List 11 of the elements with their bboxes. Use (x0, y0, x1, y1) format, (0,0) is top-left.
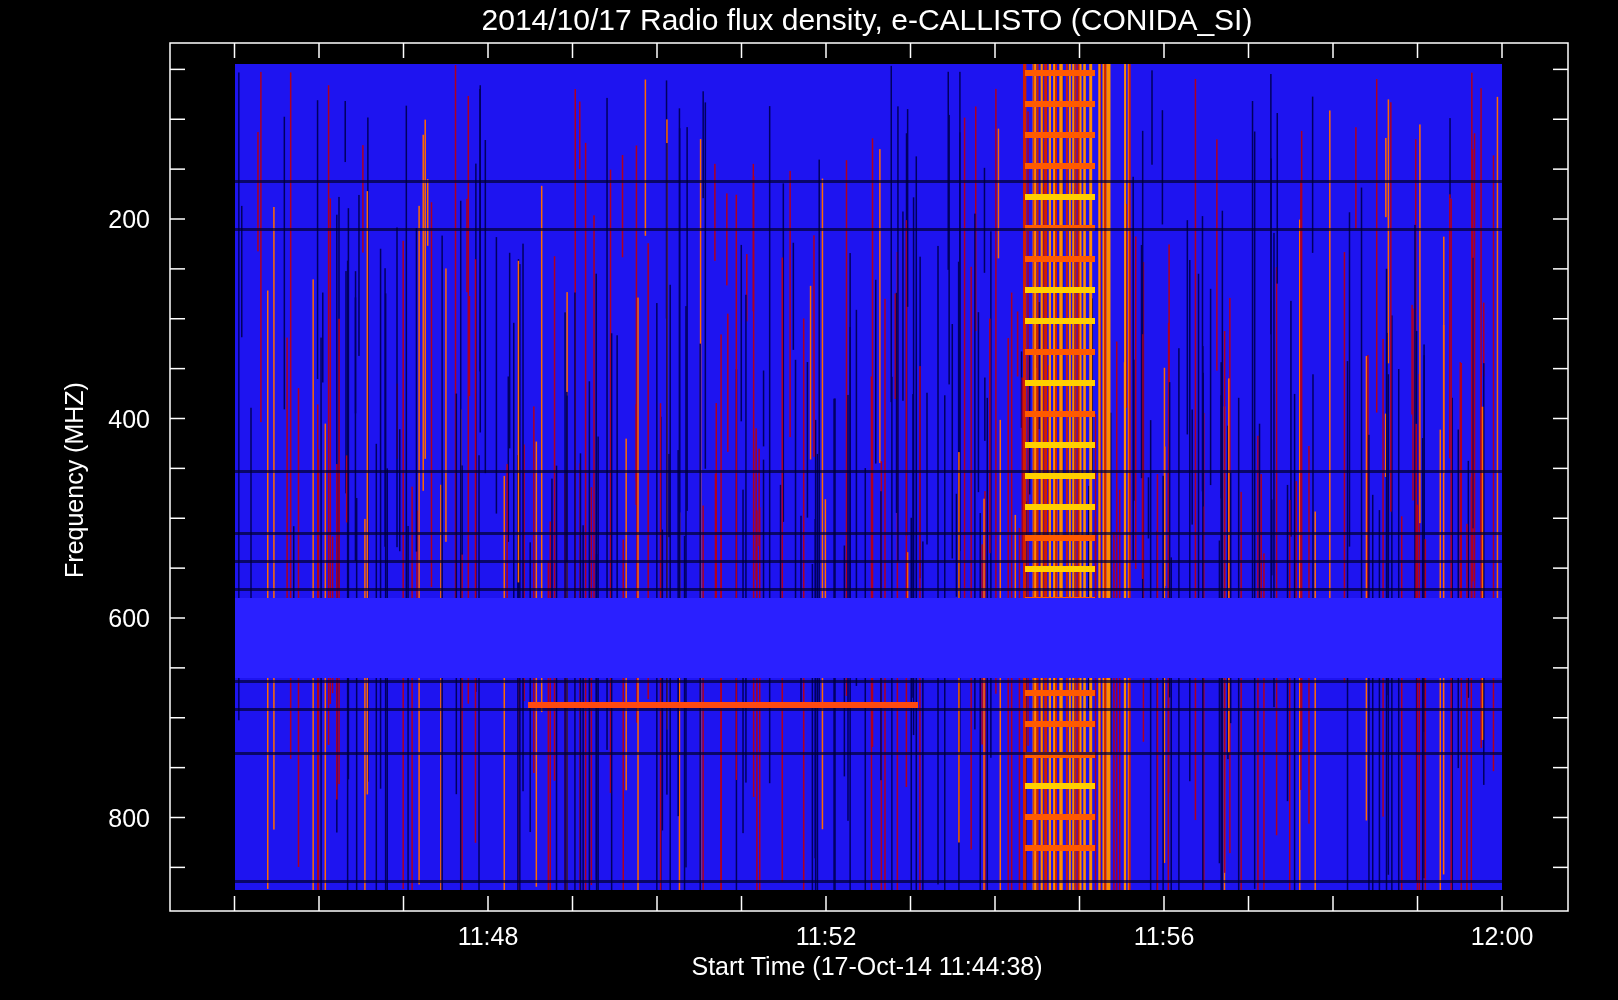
x-tick-label: 11:48 (457, 922, 519, 950)
y-tick-label: 400 (108, 404, 150, 433)
x-tick-label: 11:52 (795, 922, 857, 950)
y-axis-label: Frequency (MHZ) (60, 382, 88, 578)
y-tick-label: 200 (108, 205, 150, 233)
x-tick-label: 12:00 (1470, 922, 1534, 950)
y-tick-label: 800 (108, 803, 150, 832)
x-axis-label: Start Time (17-Oct-14 11:44:38) (691, 952, 1043, 980)
y-tick-label: 600 (108, 604, 150, 632)
chart-title: 2014/10/17 Radio flux density, e-CALLISTO (CONIDA_SI) (481, 3, 1253, 36)
x-tick-label: 11:56 (1133, 922, 1195, 950)
